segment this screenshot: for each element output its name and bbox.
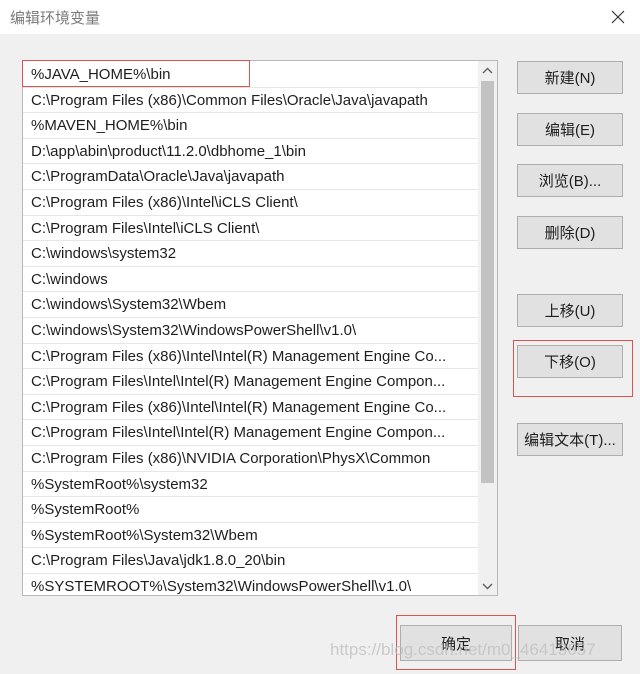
- path-list-item[interactable]: %SystemRoot%\system32: [23, 472, 479, 498]
- vertical-scrollbar[interactable]: [478, 61, 497, 595]
- path-list-item[interactable]: C:\Program Files (x86)\NVIDIA Corporatio…: [23, 446, 479, 472]
- scroll-down-button[interactable]: [478, 577, 497, 595]
- path-list-item[interactable]: %SystemRoot%: [23, 497, 479, 523]
- path-list-item[interactable]: C:\ProgramData\Oracle\Java\javapath: [23, 164, 479, 190]
- path-list-item[interactable]: D:\app\abin\product\11.2.0\dbhome_1\bin: [23, 139, 479, 165]
- path-list-item[interactable]: C:\windows\System32\WindowsPowerShell\v1…: [23, 318, 479, 344]
- path-list-item[interactable]: C:\Program Files\Intel\iCLS Client\: [23, 216, 479, 242]
- path-list-item[interactable]: C:\Program Files (x86)\Common Files\Orac…: [23, 88, 479, 114]
- edit-text-button[interactable]: 编辑文本(T)...: [517, 423, 623, 456]
- delete-button[interactable]: 删除(D): [517, 216, 623, 249]
- edit-environment-variable-dialog: 编辑环境变量 %JAVA_HOME%\bin C:\Program Files (…: [0, 0, 640, 674]
- path-list-item[interactable]: C:\windows: [23, 267, 479, 293]
- path-list-item[interactable]: C:\Program Files\Java\jdk1.8.0_20\bin: [23, 548, 479, 574]
- chevron-down-icon: [482, 583, 493, 589]
- edit-button[interactable]: 编辑(E): [517, 113, 623, 146]
- browse-button[interactable]: 浏览(B)...: [517, 164, 623, 197]
- path-list-item[interactable]: %MAVEN_HOME%\bin: [23, 113, 479, 139]
- close-icon: [611, 10, 625, 24]
- path-list-item[interactable]: %SystemRoot%\System32\Wbem: [23, 523, 479, 549]
- path-list-item[interactable]: C:\windows\System32\Wbem: [23, 292, 479, 318]
- path-list-item[interactable]: C:\windows\system32: [23, 241, 479, 267]
- move-up-button[interactable]: 上移(U): [517, 294, 623, 327]
- path-list-item[interactable]: C:\Program Files\Intel\Intel(R) Manageme…: [23, 420, 479, 446]
- path-list-rows: %JAVA_HOME%\bin C:\Program Files (x86)\Co…: [23, 62, 479, 595]
- chevron-up-icon: [482, 67, 493, 73]
- cancel-button[interactable]: 取消: [518, 625, 622, 661]
- path-list-item[interactable]: C:\Program Files (x86)\Intel\Intel(R) Ma…: [23, 344, 479, 370]
- path-list-item[interactable]: C:\Program Files (x86)\Intel\Intel(R) Ma…: [23, 395, 479, 421]
- ok-button[interactable]: 确定: [400, 625, 512, 661]
- scrollbar-thumb[interactable]: [481, 81, 494, 483]
- scroll-up-button[interactable]: [478, 61, 497, 79]
- path-list-item[interactable]: C:\Program Files (x86)\Intel\iCLS Client…: [23, 190, 479, 216]
- move-down-button[interactable]: 下移(O): [517, 345, 623, 378]
- dialog-title: 编辑环境变量: [10, 10, 101, 27]
- title-bar: 编辑环境变量: [0, 0, 640, 34]
- path-list-item[interactable]: %SYSTEMROOT%\System32\WindowsPowerShell\…: [23, 574, 479, 595]
- path-list[interactable]: %JAVA_HOME%\bin C:\Program Files (x86)\Co…: [22, 60, 498, 596]
- path-list-item[interactable]: C:\Program Files\Intel\Intel(R) Manageme…: [23, 369, 479, 395]
- close-button[interactable]: [596, 0, 640, 34]
- new-button[interactable]: 新建(N): [517, 61, 623, 94]
- path-list-item[interactable]: %JAVA_HOME%\bin: [23, 62, 479, 88]
